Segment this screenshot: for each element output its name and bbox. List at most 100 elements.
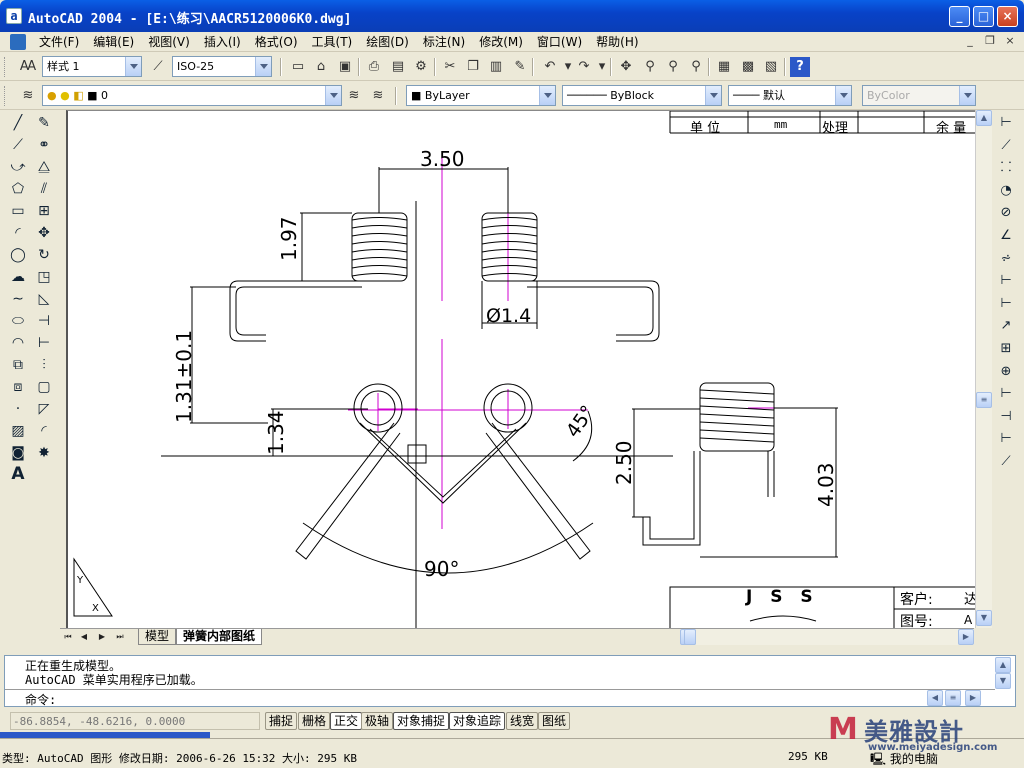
menu-format[interactable]: 格式(O) bbox=[248, 34, 305, 50]
multiline-text-icon[interactable]: A bbox=[5, 464, 31, 486]
open-folder-icon[interactable]: ⌂ bbox=[311, 57, 331, 77]
line-icon[interactable]: ╱ bbox=[5, 112, 31, 134]
tab-model[interactable]: 模型 bbox=[138, 629, 177, 645]
mirror-icon[interactable]: ⧋ bbox=[31, 156, 57, 178]
save-icon[interactable]: ▣ bbox=[335, 57, 355, 77]
text-style-icon[interactable]: Ꜳ bbox=[18, 57, 38, 77]
zoom-realtime-icon[interactable]: ⚲ bbox=[640, 57, 660, 77]
dim-1-34[interactable]: 1.34 bbox=[264, 410, 288, 455]
tab-last-icon[interactable]: ⏭ bbox=[114, 630, 126, 644]
color-select[interactable]: ■ ByLayer bbox=[406, 85, 556, 106]
make-block-icon[interactable]: ⧈ bbox=[5, 376, 31, 398]
print-preview-icon[interactable]: ▤ bbox=[388, 57, 408, 77]
dim-style-select[interactable]: ISO-25 bbox=[172, 56, 272, 77]
rotate-icon[interactable]: ↻ bbox=[31, 244, 57, 266]
scroll-down-icon[interactable]: ▼ bbox=[976, 610, 992, 626]
tab-spring-layout[interactable]: 弹簧内部图纸 bbox=[176, 629, 263, 645]
point-icon[interactable]: · bbox=[5, 398, 31, 420]
dim-angle-90[interactable]: 90° bbox=[424, 557, 459, 581]
copy-object-icon[interactable]: ⚭ bbox=[31, 134, 57, 156]
chevron-down-icon[interactable] bbox=[125, 57, 141, 76]
dim-style-manager-icon[interactable]: ⟋ bbox=[994, 451, 1018, 474]
doc-restore-button[interactable]: ❐ bbox=[982, 34, 998, 48]
break-icon[interactable]: ⫶ bbox=[31, 354, 57, 376]
dim-1-31-tolerance[interactable]: 1.31±0.1 bbox=[172, 330, 196, 423]
hatch-icon[interactable]: ▨ bbox=[5, 420, 31, 442]
otrack-toggle[interactable]: 对象追踪 bbox=[449, 712, 506, 730]
grid-toggle[interactable]: 栅格 bbox=[298, 712, 331, 730]
undo-icon[interactable]: ↶ bbox=[540, 57, 560, 77]
chamfer-icon[interactable]: ◸ bbox=[31, 398, 57, 420]
layer-select[interactable]: ● ● ◧ ■ 0 bbox=[42, 85, 342, 106]
chevron-down-icon[interactable] bbox=[705, 86, 721, 105]
zoom-window-icon[interactable]: ⚲ bbox=[663, 57, 683, 77]
properties-icon[interactable]: ▦ bbox=[714, 57, 734, 77]
cmd-scroll-down-icon[interactable]: ▼ bbox=[995, 673, 1011, 689]
extend-icon[interactable]: ⊢ bbox=[31, 332, 57, 354]
revision-cloud-icon[interactable]: ☁ bbox=[5, 266, 31, 288]
quick-dim-icon[interactable]: ⩫ bbox=[994, 248, 1018, 271]
cmd-scroll-right-icon[interactable]: ▶ bbox=[965, 690, 981, 706]
radius-dim-icon[interactable]: ◔ bbox=[994, 180, 1018, 203]
paper-toggle[interactable]: 图纸 bbox=[538, 712, 571, 730]
coordinate-readout[interactable]: -86.8854, -48.6216, 0.0000 bbox=[10, 712, 260, 730]
design-center-icon[interactable]: ▩ bbox=[738, 57, 758, 77]
scale-icon[interactable]: ◳ bbox=[31, 266, 57, 288]
menu-edit[interactable]: 编辑(E) bbox=[86, 34, 141, 50]
arc-icon[interactable]: ◜ bbox=[5, 222, 31, 244]
dim-2-50[interactable]: 2.50 bbox=[612, 440, 636, 485]
polygon-icon[interactable]: ⬠ bbox=[5, 178, 31, 200]
dim-3-50[interactable]: 3.50 bbox=[420, 147, 465, 171]
stretch-icon[interactable]: ◺ bbox=[31, 288, 57, 310]
command-window[interactable]: 正在重生成模型。 AutoCAD 菜单实用程序已加载。 命令: ▲ ▼ ◀ ≡ … bbox=[4, 655, 1016, 707]
explode-icon[interactable]: ✸ bbox=[31, 442, 57, 464]
ortho-toggle[interactable]: 正交 bbox=[330, 712, 363, 730]
menu-file[interactable]: 文件(F) bbox=[32, 34, 86, 50]
cut-icon[interactable]: ✂ bbox=[440, 57, 460, 77]
region-icon[interactable]: ◙ bbox=[5, 442, 31, 464]
tolerance-icon[interactable]: ⊞ bbox=[994, 338, 1018, 361]
dim-1-97[interactable]: 1.97 bbox=[277, 216, 301, 261]
drawing-canvas[interactable]: 3.50 1.97 Ø1.4 1.31±0.1 1.34 45° 90° 2.5… bbox=[66, 110, 976, 628]
text-style-select[interactable]: 样式 1 bbox=[42, 56, 142, 77]
menu-tools[interactable]: 工具(T) bbox=[305, 34, 360, 50]
linear-dim-icon[interactable]: ⊢ bbox=[994, 112, 1018, 135]
osnap-toggle[interactable]: 对象捕捉 bbox=[393, 712, 450, 730]
lineweight-toggle[interactable]: 线宽 bbox=[506, 712, 539, 730]
dim-edit-icon[interactable]: ⊢ bbox=[994, 383, 1018, 406]
pan-icon[interactable]: ✥ bbox=[616, 57, 636, 77]
erase-icon[interactable]: ✎ bbox=[31, 112, 57, 134]
title-bar[interactable]: a AutoCAD 2004 - [E:\练习\AACR5120006K0.dw… bbox=[0, 0, 1024, 32]
scroll-right-icon[interactable]: ▶ bbox=[958, 629, 974, 645]
lineweight-select[interactable]: ──── 默认 bbox=[728, 85, 852, 106]
move-icon[interactable]: ✥ bbox=[31, 222, 57, 244]
tab-next-icon[interactable]: ▶ bbox=[96, 630, 108, 644]
scroll-up-icon[interactable]: ▲ bbox=[976, 110, 992, 126]
offset-icon[interactable]: ⫽ bbox=[31, 178, 57, 200]
join-icon[interactable]: ▢ bbox=[31, 376, 57, 398]
center-mark-icon[interactable]: ⊕ bbox=[994, 361, 1018, 384]
continue-dim-icon[interactable]: ⊢ bbox=[994, 293, 1018, 316]
zoom-previous-icon[interactable]: ⚲ bbox=[686, 57, 706, 77]
match-properties-icon[interactable]: ✎ bbox=[510, 57, 530, 77]
cmd-scroll-up-icon[interactable]: ▲ bbox=[995, 657, 1011, 673]
document-icon[interactable] bbox=[10, 34, 26, 50]
help-icon[interactable]: ? bbox=[790, 57, 810, 77]
redo-icon[interactable]: ↷ bbox=[574, 57, 594, 77]
scroll-thumb[interactable]: ≡ bbox=[976, 392, 992, 408]
polyline-icon[interactable]: ⤻ bbox=[5, 156, 31, 178]
menu-dimension[interactable]: 标注(N) bbox=[416, 34, 472, 50]
trim-icon[interactable]: ⊣ bbox=[31, 310, 57, 332]
redo-dropdown-icon[interactable]: ▾ bbox=[592, 57, 612, 77]
copy-icon[interactable]: ❐ bbox=[463, 57, 483, 77]
publish-icon[interactable]: ⚙ bbox=[411, 57, 431, 77]
dim-4-03[interactable]: 4.03 bbox=[814, 462, 838, 507]
doc-minimize-button[interactable]: _ bbox=[962, 34, 978, 48]
menu-window[interactable]: 窗口(W) bbox=[530, 34, 589, 50]
chevron-down-icon[interactable] bbox=[325, 86, 341, 105]
cmd-scroll-left-icon[interactable]: ◀ bbox=[927, 690, 943, 706]
baseline-dim-icon[interactable]: ⊢ bbox=[994, 270, 1018, 293]
horizontal-scrollbar[interactable]: ◀ ▶ bbox=[680, 629, 974, 645]
ellipse-icon[interactable]: ⬭ bbox=[5, 310, 31, 332]
layer-previous-icon[interactable]: ≋ bbox=[368, 86, 388, 106]
